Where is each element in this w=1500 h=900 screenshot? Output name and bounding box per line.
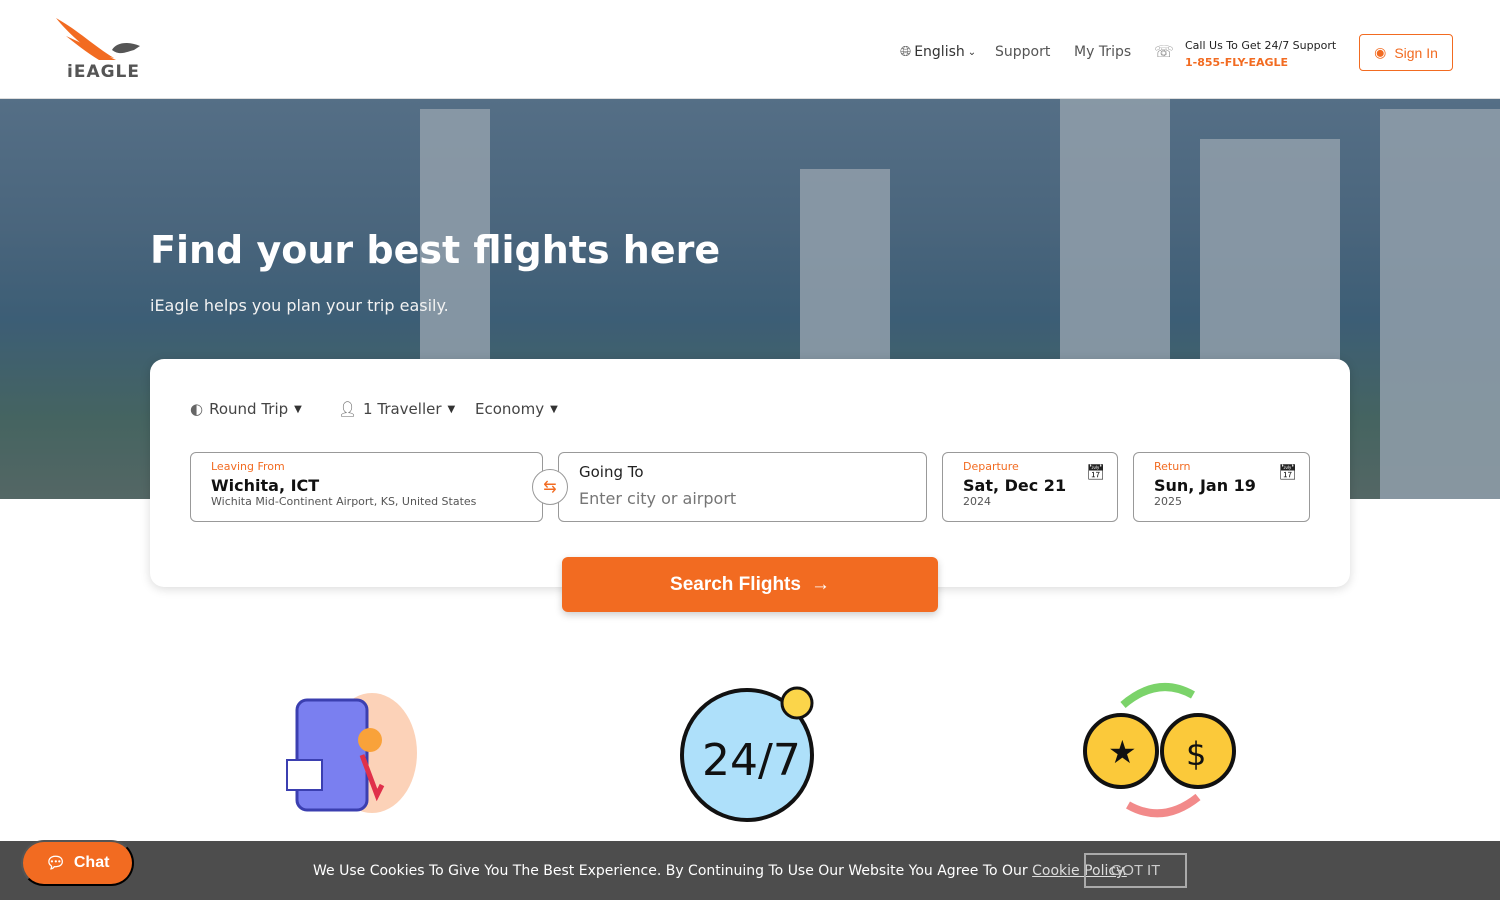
support-link[interactable]: Support bbox=[995, 44, 1050, 60]
round-trip-icon: ◐ bbox=[190, 400, 204, 418]
svg-text:$: $ bbox=[1186, 735, 1206, 773]
chevron-down-icon: ▼ bbox=[447, 403, 456, 415]
svg-text:24/7: 24/7 bbox=[702, 735, 801, 786]
field-label: Leaving From bbox=[211, 460, 285, 473]
swap-arrows-icon: ⇆ bbox=[543, 479, 557, 496]
chat-label: Chat bbox=[73, 854, 110, 871]
cookie-text: We Use Cookies To Give You The Best Expe… bbox=[313, 863, 1033, 879]
headset-24-icon: ☏ bbox=[1154, 42, 1175, 61]
field-value: Wichita, ICT bbox=[211, 476, 320, 495]
chat-bubble-icon: 💬︎ bbox=[45, 855, 66, 872]
chevron-down-icon: ▼ bbox=[550, 403, 558, 415]
eagle-logo-icon bbox=[56, 18, 140, 60]
field-detail: Wichita Mid-Continent Airport, KS, Unite… bbox=[211, 495, 477, 508]
field-label: Departure bbox=[963, 460, 1019, 473]
chevron-down-icon: ⌄ bbox=[967, 46, 977, 58]
svg-text:★: ★ bbox=[1108, 733, 1137, 771]
my-trips-link[interactable]: My Trips bbox=[1074, 44, 1131, 60]
trip-type-dropdown[interactable]: ◐ Round Trip ▼ bbox=[190, 400, 302, 418]
sign-in-button[interactable]: ◉ Sign In bbox=[1359, 34, 1453, 71]
calendar-icon: 📅︎ bbox=[1277, 463, 1297, 481]
search-flights-button[interactable]: Search Flights → bbox=[562, 557, 938, 612]
arrow-right-icon: → bbox=[810, 573, 830, 595]
call-support[interactable]: Call Us To Get 24/7 Support 1-855-FLY-EA… bbox=[1185, 37, 1336, 71]
going-to-field[interactable]: Going To bbox=[558, 452, 927, 522]
search-button-label: Search Flights bbox=[670, 573, 801, 595]
header: iEAGLE 🌐︎ English ⌄ Support My Trips ☏ C… bbox=[0, 0, 1500, 99]
sign-in-label: Sign In bbox=[1394, 44, 1438, 61]
cabin-value: Economy bbox=[475, 400, 545, 418]
travellers-value: 1 Traveller bbox=[363, 400, 442, 418]
chat-button[interactable]: 💬︎ Chat bbox=[21, 840, 134, 886]
luggage-price-drop-icon bbox=[262, 675, 417, 825]
leaving-from-field[interactable]: Leaving From Wichita, ICT Wichita Mid-Co… bbox=[190, 452, 543, 522]
got-it-button[interactable]: GOT IT bbox=[1084, 853, 1187, 888]
support-24-7-icon: 24/7 bbox=[672, 675, 827, 825]
hero-title: Find your best flights here bbox=[150, 228, 721, 272]
field-detail: 2024 bbox=[963, 495, 991, 508]
person-icon: 👤︎ bbox=[338, 400, 358, 418]
departure-date-field[interactable]: Departure Sat, Dec 21 2024 📅︎ bbox=[942, 452, 1118, 522]
field-label: Return bbox=[1154, 460, 1191, 473]
going-to-input[interactable] bbox=[579, 489, 899, 508]
cookie-message: We Use Cookies To Give You The Best Expe… bbox=[313, 863, 1127, 879]
return-date-field[interactable]: Return Sun, Jan 19 2025 📅︎ bbox=[1133, 452, 1310, 522]
logo[interactable]: iEAGLE bbox=[54, 16, 144, 84]
field-label: Going To bbox=[579, 463, 644, 481]
cabin-dropdown[interactable]: Economy ▼ bbox=[475, 400, 558, 418]
call-text: Call Us To Get 24/7 Support bbox=[1185, 39, 1337, 52]
logo-text: iEAGLE bbox=[67, 62, 140, 82]
trip-type-value: Round Trip bbox=[209, 400, 289, 418]
user-circle-icon: ◉ bbox=[1374, 44, 1387, 60]
travellers-dropdown[interactable]: 👤︎ 1 Traveller ▼ bbox=[338, 400, 455, 418]
phone-number[interactable]: 1-855-FLY-EAGLE bbox=[1185, 54, 1336, 71]
cookie-banner: We Use Cookies To Give You The Best Expe… bbox=[0, 841, 1500, 900]
chevron-down-icon: ▼ bbox=[294, 403, 302, 415]
coin-exchange-icon: ★ $ bbox=[1083, 675, 1238, 825]
calendar-icon: 📅︎ bbox=[1085, 463, 1105, 481]
swap-airports-button[interactable]: ⇆ bbox=[532, 469, 568, 505]
field-value: Sun, Jan 19 bbox=[1154, 476, 1256, 495]
field-value: Sat, Dec 21 bbox=[963, 476, 1067, 495]
language-selector[interactable]: 🌐︎ English ⌄ bbox=[900, 44, 976, 60]
field-detail: 2025 bbox=[1154, 495, 1182, 508]
language-label: English bbox=[914, 44, 965, 60]
hero-subtitle: iEagle helps you plan your trip easily. bbox=[150, 296, 449, 315]
globe-icon: 🌐︎ bbox=[900, 44, 912, 60]
